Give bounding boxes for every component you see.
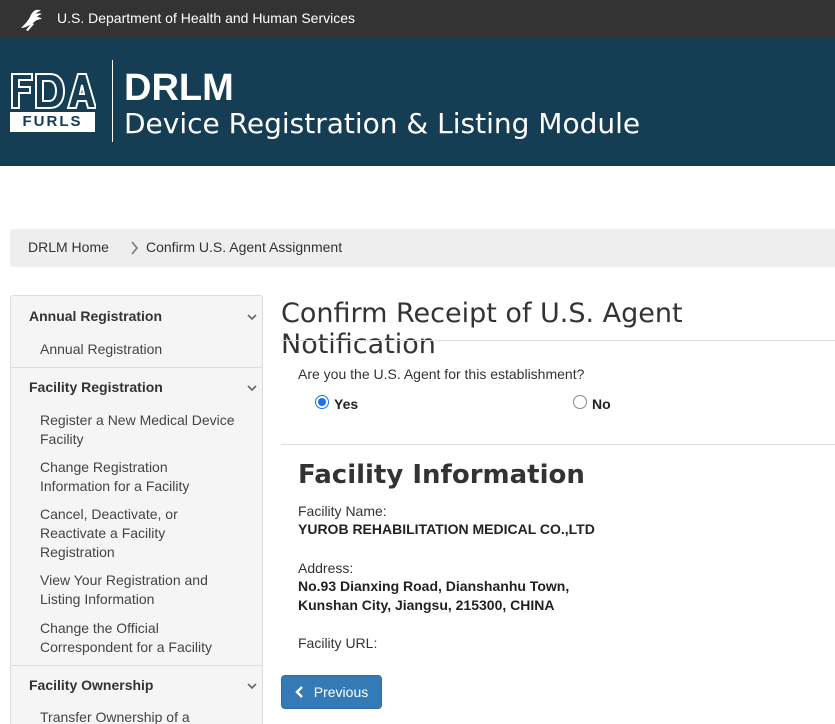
agent-no-label[interactable]: No (592, 396, 611, 412)
facility-info-heading: Facility Information (298, 460, 585, 490)
agent-yes-radio[interactable] (315, 395, 329, 409)
sidebar-divider (11, 367, 262, 368)
fda-logo-icon (11, 73, 96, 109)
hhs-bar: U.S. Department of Health and Human Serv… (0, 0, 835, 38)
address-label: Address: (298, 560, 354, 576)
title-divider (281, 340, 835, 341)
facility-name-label: Facility Name: (298, 503, 387, 519)
sidebar-section-facility-registration[interactable]: Facility Registration (29, 379, 163, 395)
sidebar-section-annual-registration[interactable]: Annual Registration (29, 308, 162, 324)
hhs-link[interactable]: U.S. Department of Health and Human Serv… (57, 10, 355, 26)
previous-button-label: Previous (313, 684, 369, 700)
agent-no-radio[interactable] (573, 395, 587, 409)
sidebar-divider (11, 665, 262, 666)
address-line-1: No.93 Dianxing Road, Dianshanhu Town, (298, 578, 570, 594)
sidebar-item-view-registration[interactable]: View Your Registration and Listing Infor… (40, 571, 240, 609)
breadcrumb-current: Confirm U.S. Agent Assignment (146, 239, 343, 255)
breadcrumb-chevron-icon (131, 241, 138, 255)
header-divider (112, 60, 113, 142)
sidebar-item-register-facility[interactable]: Register a New Medical Device Facility (40, 411, 240, 449)
sidebar-item-change-correspondent[interactable]: Change the Official Correspondent for a … (40, 619, 240, 657)
sidebar-item-annual-registration[interactable]: Annual Registration (40, 340, 240, 359)
breadcrumb: DRLM Home Confirm U.S. Agent Assignment (10, 229, 835, 267)
section-divider (281, 444, 835, 445)
sidebar-item-change-registration[interactable]: Change Registration Information for a Fa… (40, 458, 240, 496)
chevron-down-icon[interactable] (246, 311, 258, 323)
previous-button[interactable]: Previous (281, 675, 382, 709)
app-header: FURLS DRLM Device Registration & Listing… (0, 38, 835, 166)
agent-question-label: Are you the U.S. Agent for this establis… (298, 366, 585, 382)
sidebar-nav: Annual Registration Annual Registration … (10, 295, 263, 724)
breadcrumb-home-link[interactable]: DRLM Home (28, 239, 109, 255)
furls-label: FURLS (10, 112, 95, 132)
page-title: Confirm Receipt of U.S. Agent Notificati… (281, 298, 683, 360)
chevron-down-icon[interactable] (246, 382, 258, 394)
chevron-down-icon[interactable] (246, 680, 258, 692)
sidebar-item-cancel-deactivate[interactable]: Cancel, Deactivate, or Reactivate a Faci… (40, 505, 240, 562)
app-title: DRLM (124, 67, 234, 109)
sidebar-item-transfer-ownership[interactable]: Transfer Ownership of a (40, 708, 240, 724)
app-subtitle: Device Registration & Listing Module (124, 107, 641, 140)
hhs-eagle-icon[interactable] (16, 4, 46, 34)
sidebar-section-facility-ownership[interactable]: Facility Ownership (29, 677, 153, 693)
facility-name-value: YUROB REHABILITATION MEDICAL CO.,LTD (298, 521, 595, 537)
fda-furls-logo[interactable]: FURLS (10, 72, 96, 170)
agent-yes-label[interactable]: Yes (334, 396, 358, 412)
chevron-left-icon (295, 686, 303, 698)
facility-url-label: Facility URL: (298, 635, 378, 651)
address-line-2: Kunshan City, Jiangsu, 215300, CHINA (298, 597, 555, 613)
